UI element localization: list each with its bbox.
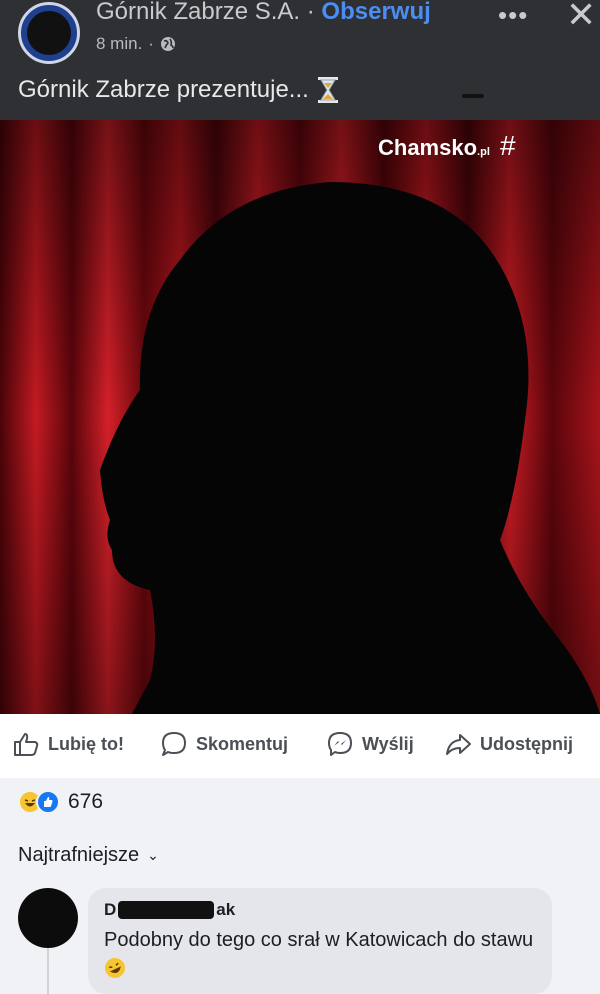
silhouette-image bbox=[0, 120, 600, 714]
reactions-summary[interactable]: 676 bbox=[18, 790, 103, 814]
sort-label: Najtrafniejsze bbox=[18, 844, 140, 866]
comment-sort-dropdown[interactable]: Najtrafniejsze ⌄ bbox=[18, 844, 159, 867]
redaction-mark bbox=[462, 94, 484, 98]
comment-text: Podobny do tego co srał w Katowicach do … bbox=[104, 926, 544, 984]
author-redaction bbox=[118, 901, 215, 919]
chevron-down-icon: ⌄ bbox=[147, 847, 159, 863]
commenter-avatar[interactable] bbox=[18, 888, 78, 948]
post-text: Górnik Zabrze prezentuje... bbox=[18, 76, 309, 103]
follow-button[interactable]: Obserwuj bbox=[321, 0, 430, 25]
comment-body: Podobny do tego co srał w Katowicach do … bbox=[104, 929, 534, 951]
page-name-row: Górnik Zabrze S.A. · Obserwuj bbox=[96, 0, 431, 26]
author-name-start: D bbox=[104, 900, 117, 919]
separator: · bbox=[306, 0, 315, 25]
page-avatar-image bbox=[27, 11, 71, 55]
author-name-end: ak bbox=[216, 900, 236, 919]
hourglass-icon bbox=[317, 77, 338, 103]
share-label: Udostępnij bbox=[480, 733, 573, 754]
messenger-icon bbox=[328, 732, 352, 756]
post-text-row: Górnik Zabrze prezentuje... bbox=[18, 76, 339, 104]
thumbs-up-icon bbox=[14, 733, 39, 756]
like-button[interactable]: Lubię to! bbox=[12, 730, 124, 758]
watermark: Chamsko.pl # bbox=[378, 130, 516, 162]
send-label: Wyślij bbox=[362, 733, 414, 754]
thread-line bbox=[47, 948, 49, 994]
action-bar: Lubię to! Skomentuj Wyślij Udostępnij bbox=[0, 714, 600, 778]
post-header: Górnik Zabrze S.A. · Obserwuj 8 min. · •… bbox=[0, 0, 600, 120]
post-time[interactable]: 8 min. bbox=[96, 34, 142, 54]
page-name[interactable]: Górnik Zabrze S.A. bbox=[96, 0, 300, 25]
rofl-emoji-icon bbox=[105, 958, 125, 978]
share-button[interactable]: Udostępnij bbox=[444, 730, 573, 758]
send-button[interactable]: Wyślij bbox=[326, 730, 414, 758]
comment-button[interactable]: Skomentuj bbox=[160, 730, 288, 758]
comment-author[interactable]: D ak bbox=[104, 900, 235, 920]
reaction-count: 676 bbox=[68, 790, 104, 813]
globe-icon bbox=[160, 37, 175, 51]
comment-bubble[interactable]: D ak Podobny do tego co srał w Katowicac… bbox=[88, 888, 552, 994]
watermark-text: Chamsko bbox=[378, 135, 478, 160]
post-image[interactable]: Chamsko.pl # bbox=[0, 120, 600, 714]
share-icon bbox=[446, 734, 471, 755]
page-avatar[interactable] bbox=[18, 2, 80, 64]
post-meta: 8 min. · bbox=[96, 34, 176, 54]
comment-icon bbox=[162, 732, 186, 756]
like-reaction-icon bbox=[36, 790, 60, 814]
close-icon[interactable]: ✕ bbox=[566, 0, 596, 36]
like-label: Lubię to! bbox=[48, 733, 124, 754]
hash-icon: # bbox=[500, 130, 516, 161]
time-separator: · bbox=[148, 34, 154, 53]
more-options-icon[interactable]: ••• bbox=[498, 0, 528, 31]
watermark-suffix: .pl bbox=[477, 146, 490, 158]
comment-label: Skomentuj bbox=[196, 733, 289, 754]
